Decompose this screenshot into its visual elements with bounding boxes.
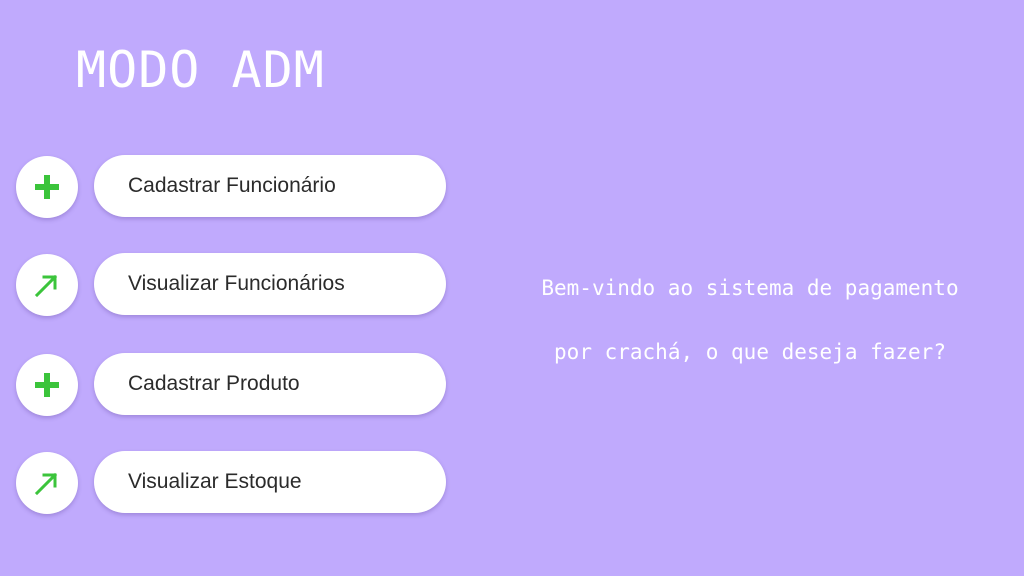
plus-icon [35, 175, 59, 199]
menu-item-label: Visualizar Funcionários [128, 272, 345, 295]
add-employee-icon-button[interactable] [16, 156, 78, 218]
visualizar-estoque-button[interactable]: Visualizar Estoque [94, 451, 446, 513]
arrow-up-right-icon [34, 472, 58, 496]
welcome-line-2: por crachá, o que deseja fazer? [554, 340, 946, 364]
menu-row-cadastrar-funcionario: Cadastrar Funcionário [16, 155, 446, 219]
menu-item-label: Cadastrar Produto [128, 372, 300, 395]
view-employees-icon-button[interactable] [16, 254, 78, 316]
menu-row-visualizar-funcionarios: Visualizar Funcionários [16, 253, 446, 317]
view-stock-icon-button[interactable] [16, 452, 78, 514]
arrow-up-right-icon [34, 274, 58, 298]
page-title: MODO ADM [76, 41, 325, 99]
menu-row-visualizar-estoque: Visualizar Estoque [16, 451, 446, 515]
visualizar-funcionarios-button[interactable]: Visualizar Funcionários [94, 253, 446, 315]
menu-item-label: Cadastrar Funcionário [128, 174, 336, 197]
welcome-line-1: Bem-vindo ao sistema de pagamento [541, 276, 959, 300]
menu-row-cadastrar-produto: Cadastrar Produto [16, 353, 446, 417]
add-product-icon-button[interactable] [16, 354, 78, 416]
welcome-message: Bem-vindo ao sistema de pagamento por cr… [480, 240, 1020, 400]
cadastrar-produto-button[interactable]: Cadastrar Produto [94, 353, 446, 415]
menu-item-label: Visualizar Estoque [128, 470, 302, 493]
plus-icon [35, 373, 59, 397]
cadastrar-funcionario-button[interactable]: Cadastrar Funcionário [94, 155, 446, 217]
